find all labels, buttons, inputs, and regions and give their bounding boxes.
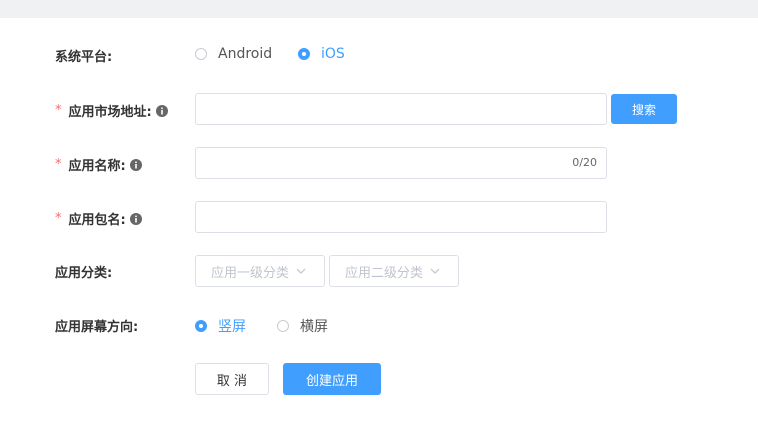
market-url-input[interactable] <box>195 93 607 125</box>
create-app-button[interactable]: 创建应用 <box>283 363 381 395</box>
info-icon[interactable] <box>155 104 168 117</box>
secondary-category-placeholder: 应用二级分类 <box>345 265 424 281</box>
platform-label: 系统平台: <box>55 50 113 65</box>
app-name-label: * 应用名称: <box>55 155 142 174</box>
radio-circle <box>195 320 207 332</box>
radio-portrait[interactable]: 竖屏 <box>195 316 246 336</box>
radio-landscape[interactable]: 横屏 <box>277 316 328 336</box>
radio-ios-label: iOS <box>321 46 345 62</box>
primary-category-placeholder: 应用一级分类 <box>211 265 290 281</box>
required-mark: * <box>55 103 62 118</box>
char-counter: 0/20 <box>572 156 597 169</box>
category-label: 应用分类: <box>55 266 113 281</box>
info-icon[interactable] <box>129 158 142 171</box>
radio-circle <box>298 48 310 60</box>
radio-android-label: Android <box>218 46 273 62</box>
chevron-down-icon <box>430 268 440 274</box>
app-name-input[interactable]: 0/20 <box>195 147 607 179</box>
chevron-down-icon <box>296 268 306 274</box>
orientation-label: 应用屏幕方向: <box>55 320 139 335</box>
top-bar <box>0 0 758 18</box>
info-icon[interactable] <box>129 212 142 225</box>
secondary-category-select[interactable]: 应用二级分类 <box>329 255 459 287</box>
radio-android[interactable]: Android <box>195 46 272 62</box>
radio-portrait-label: 竖屏 <box>218 319 246 335</box>
required-mark: * <box>55 211 62 226</box>
market-url-label: * 应用市场地址: <box>55 101 168 120</box>
package-name-input[interactable] <box>195 201 607 233</box>
search-button[interactable]: 搜索 <box>611 94 677 124</box>
package-name-label: * 应用包名: <box>55 209 142 228</box>
primary-category-select[interactable]: 应用一级分类 <box>195 255 325 287</box>
radio-ios[interactable]: iOS <box>298 46 345 62</box>
required-mark: * <box>55 157 62 172</box>
radio-landscape-label: 横屏 <box>300 319 328 335</box>
radio-circle <box>277 320 289 332</box>
radio-circle <box>195 48 207 60</box>
cancel-button[interactable]: 取 消 <box>195 363 269 395</box>
